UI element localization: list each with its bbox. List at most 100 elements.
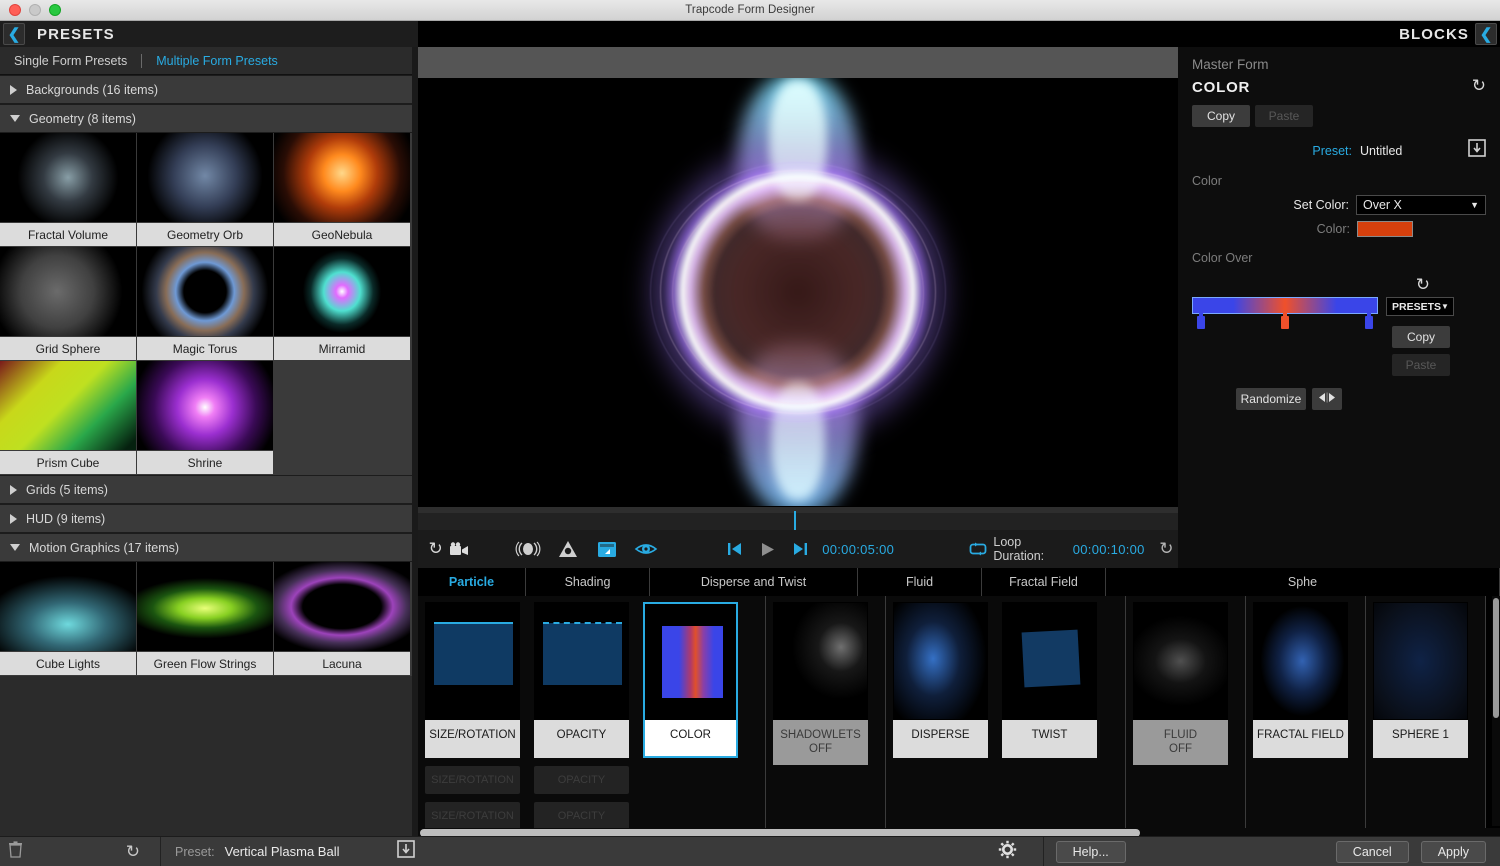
chevron-down-icon: ▼ [1441, 302, 1449, 311]
save-preset-icon[interactable] [397, 840, 415, 863]
timeline-playhead[interactable] [794, 511, 796, 531]
color-swatch[interactable] [1357, 221, 1413, 237]
gradient-stop-handle[interactable] [1281, 316, 1289, 329]
preset-thumbnail-image [274, 133, 411, 223]
gradient-presets-dropdown[interactable]: PRESETS ▼ [1386, 297, 1454, 316]
camera-icon[interactable] [447, 530, 470, 568]
left-right-arrows-icon[interactable] [1312, 388, 1342, 410]
revert-icon[interactable]: ↻ [1155, 530, 1178, 568]
revert-icon[interactable]: ↻ [30, 842, 140, 862]
preset-group-header[interactable]: Backgrounds (16 items) [0, 75, 412, 104]
preset-value[interactable]: Untitled [1360, 144, 1468, 158]
set-color-dropdown[interactable]: Over X ▼ [1356, 195, 1486, 215]
tab-single-form-presets[interactable]: Single Form Presets [0, 54, 141, 68]
block-card-thumbnail [893, 602, 988, 720]
block-card[interactable]: SHADOWLETS OFF [773, 602, 868, 765]
fit-to-window-icon[interactable] [593, 530, 620, 568]
eye-preview-icon[interactable] [632, 530, 659, 568]
presets-panel: Single Form Presets Multiple Form Preset… [0, 47, 412, 836]
block-card[interactable]: TWIST [1002, 602, 1097, 758]
section-color-over-label: Color Over [1192, 251, 1486, 265]
gradient-stop-handle[interactable] [1365, 316, 1373, 329]
randomize-button[interactable]: Randomize [1236, 388, 1306, 410]
preset-thumbnail[interactable]: Grid Sphere [0, 247, 137, 361]
set-color-label: Set Color: [1293, 198, 1349, 212]
loop-icon[interactable] [966, 530, 989, 568]
motion-blur-icon[interactable] [514, 530, 542, 568]
timeline-track[interactable] [418, 513, 1178, 531]
preset-thumbnail[interactable]: Mirramid [274, 247, 411, 361]
cancel-button[interactable]: Cancel [1336, 841, 1409, 863]
preset-thumbnail[interactable]: Lacuna [274, 562, 411, 676]
preset-group-header[interactable]: Grids (5 items) [0, 475, 412, 504]
blocks-vertical-scrollbar[interactable] [1492, 596, 1500, 826]
chevron-down-icon [10, 115, 20, 122]
minimize-window-button[interactable] [29, 4, 41, 16]
block-card-placeholder[interactable]: SIZE/ROTATION [425, 802, 520, 830]
block-column-disperse-and-twist: DISPERSETWIST [886, 596, 1126, 836]
maximize-window-button[interactable] [49, 4, 61, 16]
trash-icon[interactable] [0, 841, 30, 863]
save-preset-icon[interactable] [1468, 139, 1486, 162]
block-card-placeholder[interactable]: OPACITY [534, 766, 629, 794]
set-color-value: Over X [1363, 198, 1402, 212]
color-field-label: Color: [1317, 222, 1350, 236]
depth-of-field-icon[interactable] [554, 530, 581, 568]
preview-canvas[interactable] [418, 78, 1178, 506]
plasma-ball-render [588, 78, 1008, 506]
close-window-button[interactable] [9, 4, 21, 16]
block-tab-particle[interactable]: Particle [418, 568, 526, 596]
preset-group-header[interactable]: HUD (9 items) [0, 504, 412, 533]
block-card-label: OPACITY [534, 720, 629, 758]
block-column-sphere: SPHERE 1 [1366, 596, 1486, 836]
revert-icon[interactable]: ↻ [424, 530, 447, 568]
block-card-placeholder[interactable]: OPACITY [534, 802, 629, 830]
block-tab-sphe[interactable]: Sphe [1106, 568, 1500, 596]
block-card-placeholder[interactable]: SIZE/ROTATION [425, 766, 520, 794]
revert-icon[interactable]: ↻ [1416, 275, 1430, 295]
gradient-paste-button[interactable]: Paste [1392, 354, 1450, 376]
preset-group-header[interactable]: Motion Graphics (17 items) [0, 533, 412, 562]
preset-group-header[interactable]: Geometry (8 items) [0, 104, 412, 133]
preset-thumbnail[interactable]: Magic Torus [137, 247, 274, 361]
gear-icon[interactable] [998, 840, 1017, 864]
block-card[interactable]: COLOR [643, 602, 738, 758]
preset-thumbnail[interactable]: Green Flow Strings [137, 562, 274, 676]
gradient-stop-handle[interactable] [1197, 316, 1205, 329]
apply-button[interactable]: Apply [1421, 841, 1486, 863]
chevron-left-icon[interactable]: ❮ [3, 23, 25, 45]
paste-button[interactable]: Paste [1255, 105, 1313, 127]
revert-icon[interactable]: ↻ [1472, 76, 1486, 96]
block-card[interactable]: OPACITY [534, 602, 629, 758]
preset-thumbnail[interactable]: Prism Cube [0, 361, 137, 475]
blocks-vscroll-thumb[interactable] [1493, 598, 1499, 718]
block-card[interactable]: FRACTAL FIELD [1253, 602, 1348, 758]
preset-thumbnail[interactable]: Cube Lights [0, 562, 137, 676]
current-time-display[interactable]: 00:00:05:00 [822, 542, 894, 557]
chevron-left-icon[interactable]: ❮ [1475, 23, 1497, 45]
block-card[interactable]: DISPERSE [893, 602, 988, 758]
preset-thumbnail[interactable]: Fractal Volume [0, 133, 137, 247]
block-tab-fluid[interactable]: Fluid [858, 568, 982, 596]
preset-thumbnail[interactable]: GeoNebula [274, 133, 411, 247]
block-tab-shading[interactable]: Shading [526, 568, 650, 596]
tab-multiple-form-presets[interactable]: Multiple Form Presets [142, 54, 292, 68]
help-button[interactable]: Help... [1056, 841, 1126, 863]
play-icon[interactable] [754, 530, 781, 568]
preset-thumbnail[interactable]: Shrine [137, 361, 274, 475]
skip-to-end-icon[interactable] [789, 530, 812, 568]
timeline-bar[interactable] [418, 506, 1178, 530]
block-tab-disperse-and-twist[interactable]: Disperse and Twist [650, 568, 858, 596]
chevron-down-icon [10, 544, 20, 551]
block-card[interactable]: SIZE/ROTATION [425, 602, 520, 758]
block-card[interactable]: SPHERE 1 [1373, 602, 1468, 758]
preset-thumbnail-label: Fractal Volume [0, 223, 137, 247]
gradient-copy-button[interactable]: Copy [1392, 326, 1450, 348]
block-tab-fractal-field[interactable]: Fractal Field [982, 568, 1106, 596]
skip-to-start-icon[interactable] [723, 530, 746, 568]
footer-preset-value[interactable]: Vertical Plasma Ball [225, 844, 340, 859]
copy-button[interactable]: Copy [1192, 105, 1250, 127]
block-card[interactable]: FLUID OFF [1133, 602, 1228, 765]
preset-thumbnail[interactable]: Geometry Orb [137, 133, 274, 247]
loop-duration-value[interactable]: 00:00:10:00 [1073, 542, 1145, 557]
